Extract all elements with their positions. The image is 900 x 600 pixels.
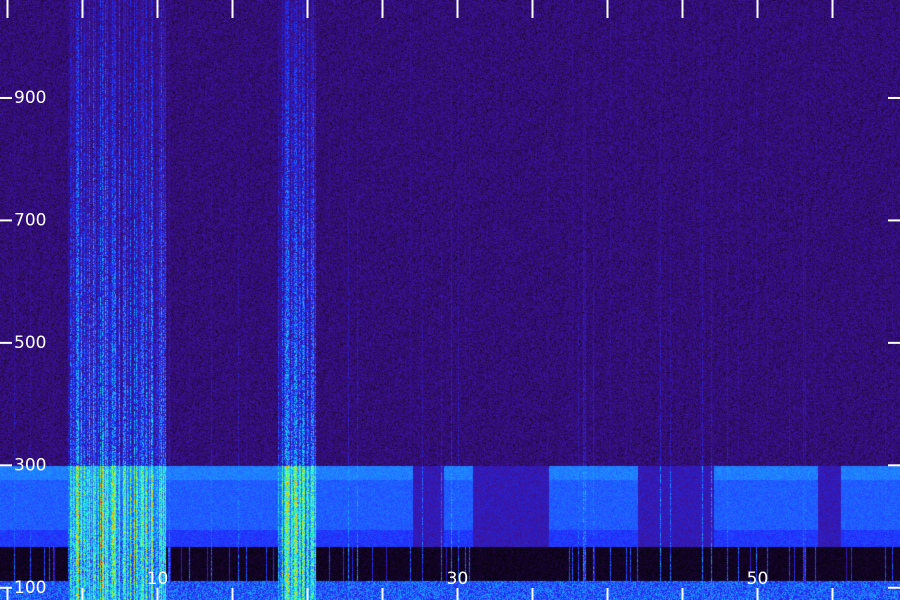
y-tick-label: 100 xyxy=(14,578,46,598)
y-tick-label: 300 xyxy=(14,455,46,475)
y-tick-label: 900 xyxy=(14,88,46,108)
spectrogram-figure: 10 30 50 100 300 500 700 900 xyxy=(0,0,900,600)
axis-overlay: 10 30 50 100 300 500 700 900 xyxy=(0,0,900,600)
y-tick-label: 700 xyxy=(14,210,46,230)
x-tick-label: 30 xyxy=(447,569,469,589)
y-tick-label: 500 xyxy=(14,333,46,353)
x-tick-label: 10 xyxy=(147,569,169,589)
x-tick-label: 50 xyxy=(747,569,769,589)
